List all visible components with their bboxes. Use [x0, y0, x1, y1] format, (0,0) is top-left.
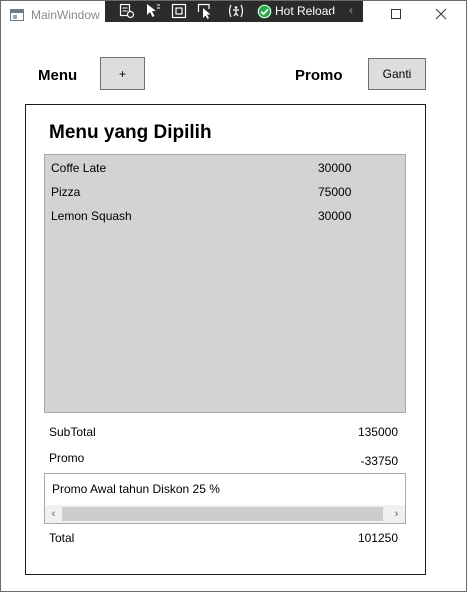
horizontal-scrollbar[interactable]: ‹ › — [45, 505, 405, 523]
change-promo-button[interactable]: Ganti — [368, 58, 426, 90]
subtotal-value: 135000 — [357, 425, 398, 439]
list-item[interactable]: Pizza 75000 — [51, 185, 391, 205]
display-layout-adorners-icon[interactable] — [170, 3, 188, 19]
menu-heading: Menu — [38, 67, 78, 84]
total-value: 101250 — [357, 531, 398, 545]
item-name: Pizza — [51, 185, 81, 199]
promo-discount-label: Promo — [49, 451, 85, 465]
total-label: Total — [49, 531, 75, 545]
selected-menu-list[interactable]: Coffe Late 30000 Pizza 75000 Lemon Squas… — [44, 154, 406, 413]
live-visual-tree-icon[interactable] — [118, 3, 136, 19]
main-window: MainWindow Hot Reload ‹ Menu + Promo Gan… — [0, 0, 467, 592]
hot-reload-button[interactable]: Hot Reload — [257, 3, 335, 19]
accessibility-checker-icon[interactable] — [227, 3, 245, 19]
debug-toolbar: Hot Reload ‹ — [105, 1, 363, 22]
section-title: Menu yang Dipilih — [49, 122, 212, 143]
list-item[interactable]: Coffe Late 30000 — [51, 161, 391, 181]
promo-description: Promo Awal tahun Diskon 25 % — [52, 482, 220, 496]
item-price: 75000 — [318, 185, 352, 199]
promo-description-box[interactable]: Promo Awal tahun Diskon 25 % ‹ › — [44, 473, 406, 524]
hot-reload-check-icon — [257, 3, 272, 19]
toolbar-collapse-icon[interactable]: ‹ — [349, 3, 353, 17]
item-name: Lemon Squash — [51, 209, 132, 223]
scroll-right-icon[interactable]: › — [388, 505, 405, 523]
close-icon[interactable] — [431, 5, 451, 23]
item-price: 30000 — [318, 209, 352, 223]
title-bar[interactable]: MainWindow Hot Reload ‹ — [1, 1, 466, 29]
scroll-left-icon[interactable]: ‹ — [45, 505, 62, 523]
item-name: Coffe Late — [51, 161, 107, 175]
track-focused-element-icon[interactable] — [196, 3, 214, 19]
window-title: MainWindow — [31, 8, 100, 22]
minimize-icon[interactable] — [326, 5, 346, 23]
promo-heading: Promo — [295, 67, 343, 84]
add-menu-button[interactable]: + — [100, 57, 145, 90]
app-window-icon — [10, 9, 24, 21]
scrollbar-thumb[interactable] — [62, 507, 383, 521]
maximize-icon[interactable] — [386, 5, 406, 23]
item-price: 30000 — [318, 161, 352, 175]
list-item[interactable]: Lemon Squash 30000 — [51, 209, 391, 229]
promo-discount-value: -33750 — [360, 454, 398, 468]
subtotal-label: SubTotal — [49, 425, 96, 439]
select-element-icon[interactable] — [144, 3, 162, 19]
